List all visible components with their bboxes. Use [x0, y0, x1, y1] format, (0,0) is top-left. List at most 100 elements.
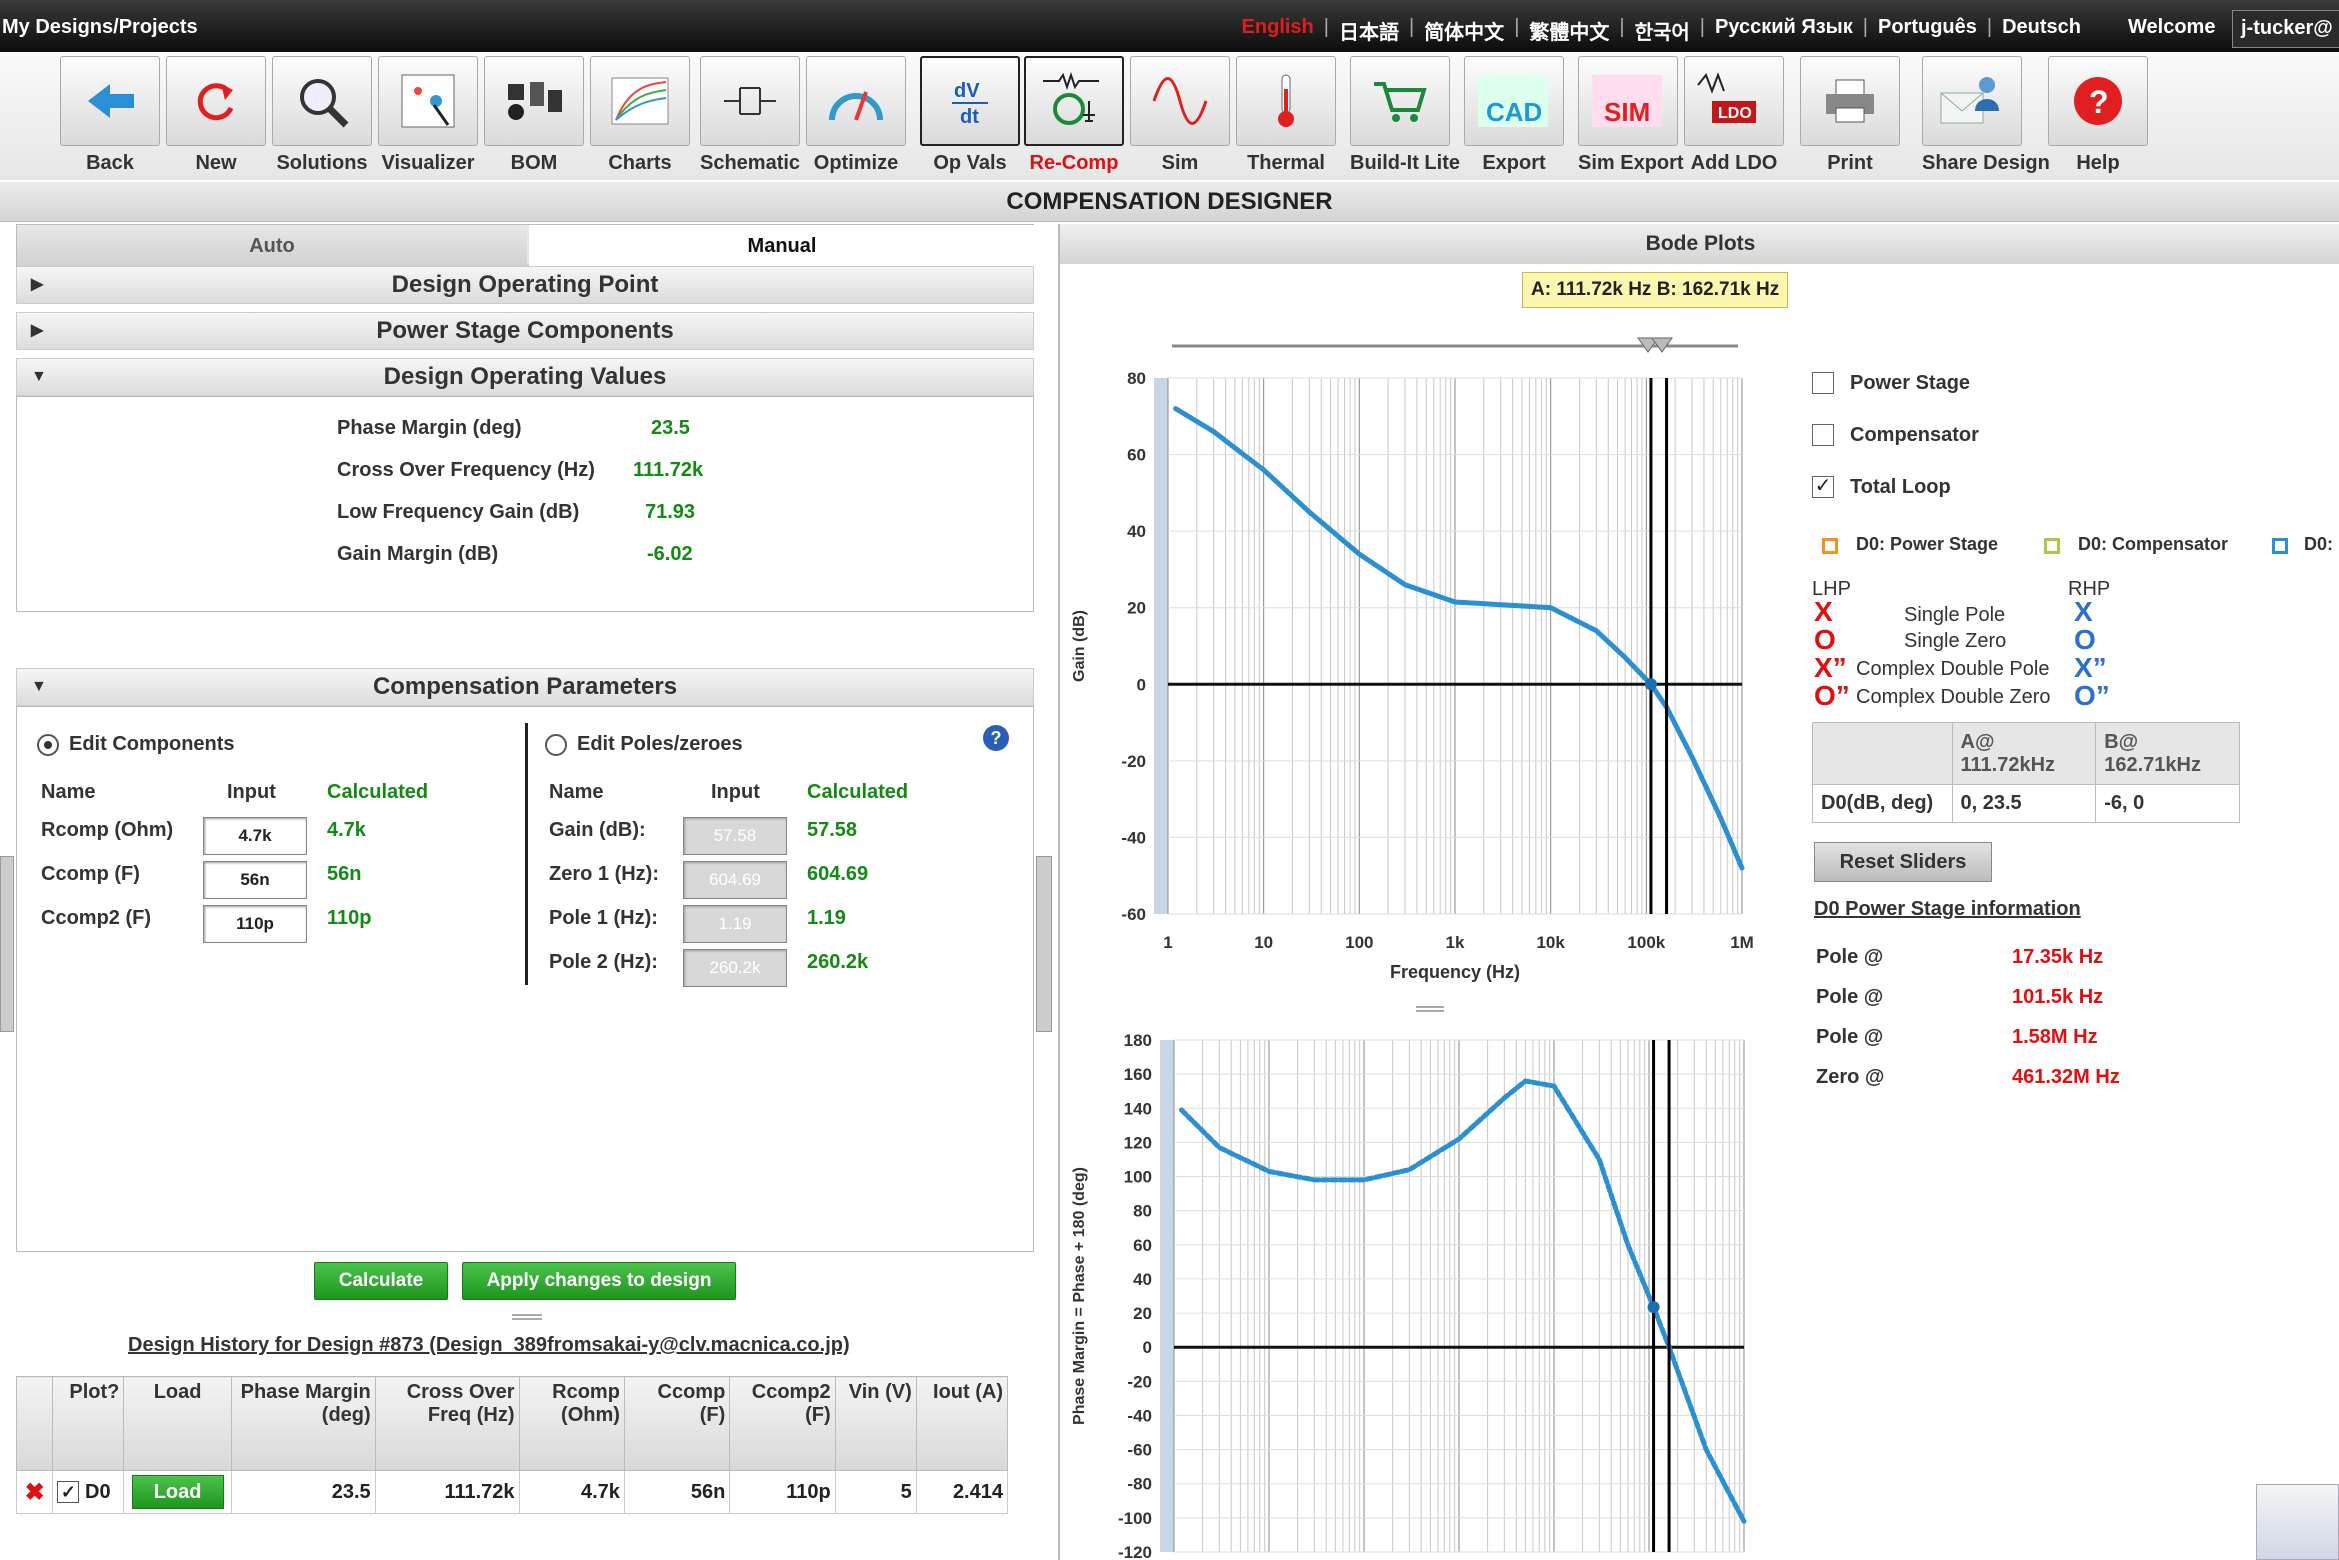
left-collapse-handle[interactable]: [0, 856, 14, 1032]
legend-label: Compensator: [1850, 424, 1979, 446]
zero1-input[interactable]: 604.69: [683, 861, 787, 899]
toolbar-optimize-button[interactable]: Optimize: [806, 56, 906, 175]
delete-icon[interactable]: ✖: [15, 1470, 54, 1514]
col-ccomp2: Ccomp2 (F): [729, 1376, 836, 1471]
language-link[interactable]: English: [1242, 16, 1314, 45]
toolbar-share-design-button[interactable]: Share Design: [1922, 56, 2050, 175]
help-icon[interactable]: ?: [983, 725, 1009, 751]
toolbar-charts-button[interactable]: Charts: [590, 56, 690, 175]
section-power-stage-components[interactable]: ▶ Power Stage Components: [16, 312, 1034, 350]
plot-cell: ✓ D0: [52, 1470, 125, 1514]
toolbar-label: Print: [1827, 152, 1873, 174]
toolbar-new-button[interactable]: New: [166, 56, 266, 175]
col-phase-margin: Phase Margin (deg): [230, 1376, 376, 1471]
toolbar-schematic-button[interactable]: Schematic: [700, 56, 800, 175]
toolbar-bom-button[interactable]: BOM: [484, 56, 584, 175]
sim-icon: SIM: [1578, 56, 1678, 146]
total-loop-checkbox[interactable]: ✓: [1812, 476, 1834, 498]
dial-icon: [806, 56, 906, 146]
pole2-input[interactable]: 260.2k: [683, 949, 787, 987]
radio-icon[interactable]: [545, 733, 567, 756]
iout-cell: 2.414: [915, 1470, 1009, 1514]
toolbar-visualizer-button[interactable]: Visualizer: [378, 56, 478, 175]
radio-icon[interactable]: [37, 733, 59, 756]
legend-label: Power Stage: [1850, 372, 1971, 394]
right-collapse-handle[interactable]: [1036, 856, 1052, 1032]
chat-widget-icon[interactable]: [2256, 1484, 2339, 1560]
toolbar-build-it-lite-button[interactable]: Build-It Lite: [1350, 56, 1460, 175]
history-title[interactable]: Design History for Design #873 (Design_3…: [128, 1334, 850, 1357]
toolbar-add-ldo-button[interactable]: LDO Add LDO: [1684, 56, 1784, 175]
gain-plot[interactable]: 80 60 40 20 0 -20 -40 -60 1 10 100 1k 10k 100k 1M Frequ…: [1060, 300, 1780, 1000]
y-tick-label: 80: [1127, 369, 1146, 388]
plot-checkbox[interactable]: ✓: [57, 1481, 80, 1504]
series-legend: D0:: [2304, 534, 2334, 554]
language-link[interactable]: 한국어: [1635, 16, 1690, 45]
language-link[interactable]: Русский Язык: [1715, 16, 1853, 45]
toolbar-back-button[interactable]: Back: [60, 56, 160, 175]
language-link[interactable]: 繁體中文: [1529, 16, 1609, 45]
calculate-button[interactable]: Calculate: [314, 1262, 448, 1300]
ccomp2-input[interactable]: 110p: [203, 905, 307, 943]
power-stage-checkbox[interactable]: [1812, 372, 1834, 394]
my-designs-link[interactable]: My Designs/Projects: [2, 16, 198, 39]
section-design-operating-point[interactable]: ▶ Design Operating Point: [16, 266, 1034, 304]
param-label: Ccomp2 (F): [41, 907, 151, 929]
col-b: B@ 162.71kHz: [2095, 722, 2240, 785]
language-link[interactable]: Deutsch: [2002, 16, 2081, 45]
load-button[interactable]: Load: [131, 1475, 224, 1509]
compensator-checkbox[interactable]: [1812, 424, 1834, 446]
edit-components-option[interactable]: Edit Components: [37, 733, 235, 756]
y-tick-label: 140: [1124, 1099, 1152, 1118]
reset-sliders-button[interactable]: Reset Sliders: [1814, 842, 1992, 882]
toolbar-sim-button[interactable]: Sim: [1130, 56, 1230, 175]
series-legend: D0: Compensator: [2078, 534, 2229, 554]
apply-changes-button[interactable]: Apply changes to design: [462, 1262, 736, 1300]
plot-splitter[interactable]: [1416, 1006, 1444, 1012]
toolbar: Back New Solutions Visualizer BOM Charts Schem…: [0, 52, 2339, 180]
ps-info-title[interactable]: D0 Power Stage information: [1814, 898, 2081, 921]
y-tick-label: 80: [1133, 1202, 1152, 1221]
language-selector: English | 日本語 | 简体中文 | 繁體中文 | 한국어 | Русский Язык | P…: [1242, 16, 2081, 45]
col-vin: Vin (V): [834, 1376, 917, 1471]
printer-icon: [1800, 56, 1900, 146]
vin-cell: 5: [834, 1470, 917, 1514]
gain-input[interactable]: 57.58: [683, 817, 787, 855]
toolbar-help-button[interactable]: ? Help: [2048, 56, 2148, 175]
x-tick-label: 10: [1254, 933, 1273, 952]
toolbar-export-button[interactable]: CAD Export: [1464, 56, 1564, 175]
toolbar-op-vals-button[interactable]: dV dt Op Vals: [920, 56, 1020, 175]
fc-cell: 111.72k: [374, 1470, 520, 1514]
section-design-operating-values[interactable]: ▼ Design Operating Values: [16, 358, 1034, 396]
svg-text:CAD: CAD: [1486, 97, 1542, 127]
language-link[interactable]: 日本語: [1339, 16, 1399, 45]
toolbar-print-button[interactable]: Print: [1800, 56, 1900, 175]
y-tick-label: 40: [1127, 522, 1146, 541]
phase-plot[interactable]: 180 160 140 120 100 80 60 40 20 0 -20 -40 -60 -80 -100…: [1060, 1014, 1780, 1560]
language-link[interactable]: 简体中文: [1424, 16, 1504, 45]
user-menu[interactable]: j-tucker@: [2232, 10, 2339, 48]
toolbar-label: Back: [86, 152, 134, 174]
col-load: Load: [123, 1376, 232, 1471]
rcomp-input[interactable]: 4.7k: [203, 817, 307, 855]
separator: |: [1323, 16, 1329, 38]
toolbar-label: BOM: [510, 152, 558, 174]
language-link[interactable]: Português: [1878, 16, 1977, 45]
collapse-arrow-icon: ▼: [31, 678, 47, 695]
toolbar-re-comp-button[interactable]: Re-Comp: [1024, 56, 1124, 175]
separator: |: [1408, 16, 1415, 38]
toolbar-sim-export-button[interactable]: SIM Sim Export: [1578, 56, 1684, 175]
section-compensation-parameters[interactable]: ▼ Compensation Parameters: [16, 668, 1034, 706]
toolbar-solutions-button[interactable]: Solutions: [272, 56, 372, 175]
ov-label: Gain Margin (dB): [337, 543, 499, 565]
tab-manual[interactable]: Manual: [529, 225, 1035, 267]
pole1-input[interactable]: 1.19: [683, 905, 787, 943]
edit-poles-option[interactable]: Edit Poles/zeroes: [545, 733, 743, 756]
ov-value: -6.02: [647, 543, 693, 565]
y-tick-label: -40: [1127, 1406, 1152, 1425]
ccomp-input[interactable]: 56n: [203, 861, 307, 899]
mode-tabs: Auto Manual: [16, 224, 1035, 267]
splitter-handle[interactable]: [512, 1314, 542, 1320]
tab-auto[interactable]: Auto: [17, 225, 527, 267]
toolbar-thermal-button[interactable]: Thermal: [1236, 56, 1336, 175]
